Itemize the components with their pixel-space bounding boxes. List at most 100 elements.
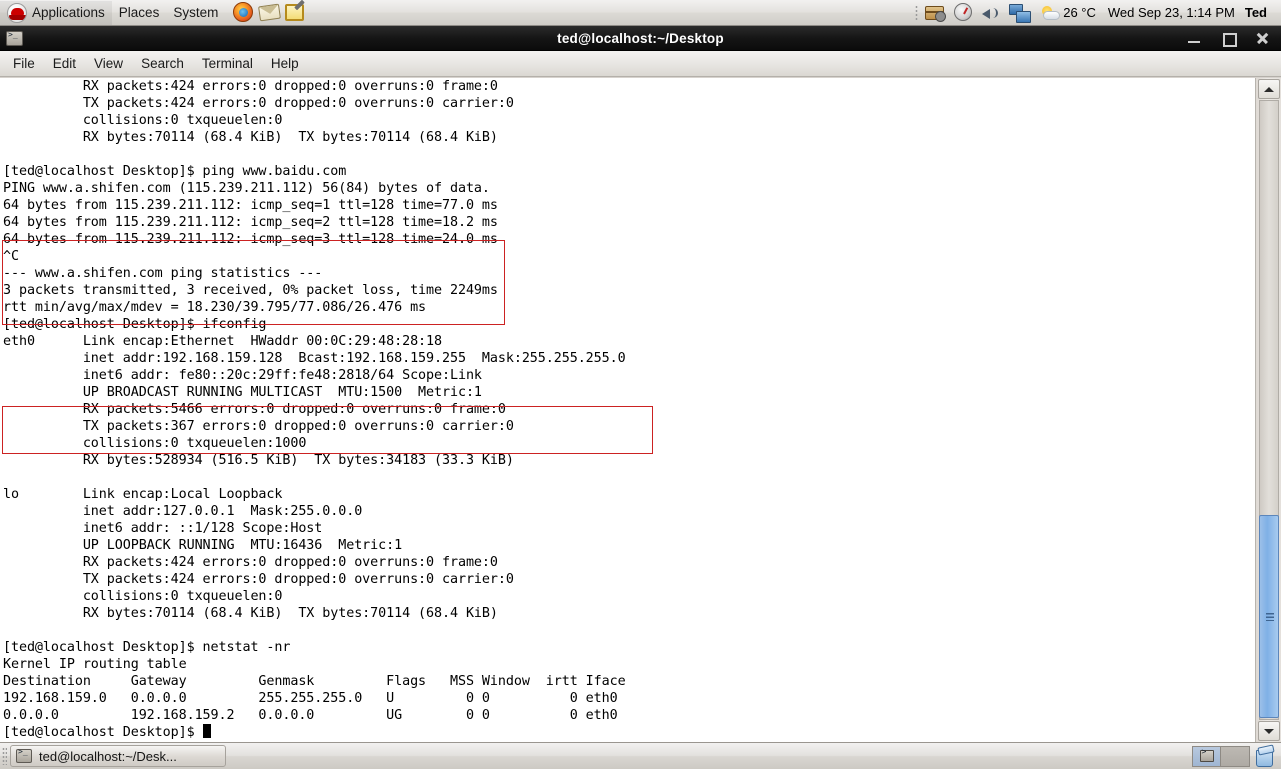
firefox-icon bbox=[233, 1, 254, 22]
user-menu[interactable]: Ted bbox=[1243, 5, 1275, 20]
terminal-line: TX packets:367 errors:0 dropped:0 overru… bbox=[3, 419, 514, 434]
places-menu[interactable]: Places bbox=[112, 1, 167, 25]
terminal-line: RX bytes:70114 (68.4 KiB) TX bytes:70114… bbox=[3, 130, 498, 145]
scroll-up-arrow[interactable] bbox=[1258, 79, 1280, 99]
terminal-line: TX packets:424 errors:0 dropped:0 overru… bbox=[3, 572, 514, 587]
terminal-line: 0.0.0.0 192.168.159.2 0.0.0.0 UG 0 0 0 e… bbox=[3, 708, 618, 723]
terminal-line: eth0 Link encap:Ethernet HWaddr 00:0C:29… bbox=[3, 334, 443, 349]
firefox-launcher[interactable] bbox=[233, 1, 255, 24]
terminal-line: rtt min/avg/max/mdev = 18.230/39.795/77.… bbox=[3, 300, 427, 315]
menu-help[interactable]: Help bbox=[262, 53, 308, 74]
terminal-line: collisions:0 txqueuelen:0 bbox=[3, 589, 283, 604]
workspace-switcher[interactable] bbox=[1192, 745, 1250, 767]
menu-file[interactable]: File bbox=[4, 53, 44, 74]
scroll-down-arrow[interactable] bbox=[1258, 721, 1280, 741]
terminal-line: 192.168.159.0 0.0.0.0 255.255.255.0 U 0 … bbox=[3, 691, 618, 706]
terminal-line: RX bytes:70114 (68.4 KiB) TX bytes:70114… bbox=[3, 606, 498, 621]
terminal-line: RX packets:424 errors:0 dropped:0 overru… bbox=[3, 555, 498, 570]
menu-search[interactable]: Search bbox=[132, 53, 193, 74]
terminal-line: RX packets:5466 errors:0 dropped:0 overr… bbox=[3, 402, 506, 417]
terminal-scrollbar[interactable] bbox=[1255, 78, 1281, 742]
package-icon bbox=[925, 6, 947, 22]
menu-terminal[interactable]: Terminal bbox=[193, 53, 262, 74]
top-panel: Applications Places System 26 °C Wed Sep… bbox=[0, 0, 1281, 26]
edit-icon bbox=[285, 3, 305, 21]
terminal-window: ted@localhost:~/Desktop File Edit View S… bbox=[0, 26, 1281, 742]
terminal-line: --- www.a.shifen.com ping statistics --- bbox=[3, 266, 323, 281]
top-panel-right: 26 °C Wed Sep 23, 1:14 PM Ted bbox=[915, 0, 1281, 25]
window-title: ted@localhost:~/Desktop bbox=[557, 30, 724, 46]
evolution-mail-launcher[interactable] bbox=[258, 2, 282, 24]
weather-applet[interactable]: 26 °C bbox=[1037, 5, 1100, 20]
desktop-screen: Applications Places System 26 °C Wed Sep… bbox=[0, 0, 1281, 769]
weather-temperature: 26 °C bbox=[1063, 5, 1096, 20]
trash-icon[interactable] bbox=[1254, 746, 1273, 767]
taskbar-item-label: ted@localhost:~/Desk... bbox=[39, 748, 177, 764]
shell-prompt: [ted@localhost Desktop]$ bbox=[3, 725, 203, 740]
text-cursor bbox=[202, 724, 211, 738]
terminal-line: lo Link encap:Local Loopback bbox=[3, 487, 283, 502]
terminal-line: [ted@localhost Desktop]$ netstat -nr bbox=[3, 640, 291, 655]
terminal-output[interactable]: RX packets:424 errors:0 dropped:0 overru… bbox=[0, 78, 1255, 742]
system-menu[interactable]: System bbox=[166, 1, 225, 25]
terminal-line: inet6 addr: ::1/128 Scope:Host bbox=[3, 521, 323, 536]
text-editor-launcher[interactable] bbox=[285, 2, 307, 24]
scroll-thumb[interactable] bbox=[1259, 515, 1279, 718]
clock-applet[interactable]: Wed Sep 23, 1:14 PM bbox=[1100, 5, 1243, 20]
terminal-line: 3 packets transmitted, 3 received, 0% pa… bbox=[3, 283, 498, 298]
terminal-line: 64 bytes from 115.239.211.112: icmp_seq=… bbox=[3, 198, 498, 213]
sun-cloud-icon bbox=[1041, 5, 1061, 20]
workspace-2[interactable] bbox=[1221, 746, 1249, 766]
bottom-panel-right bbox=[1192, 745, 1281, 767]
volume-tray-icon[interactable] bbox=[981, 2, 1002, 23]
menu-view[interactable]: View bbox=[85, 53, 132, 74]
terminal-line: [ted@localhost Desktop]$ ifconfig bbox=[3, 317, 267, 332]
maximize-button[interactable] bbox=[1221, 30, 1237, 47]
terminal-icon bbox=[16, 747, 32, 763]
workspace-1[interactable] bbox=[1193, 746, 1221, 766]
terminal-line: UP LOOPBACK RUNNING MTU:16436 Metric:1 bbox=[3, 538, 403, 553]
terminal-line: UP BROADCAST RUNNING MULTICAST MTU:1500 … bbox=[3, 385, 482, 400]
mail-icon bbox=[258, 3, 282, 21]
panel-grip bbox=[2, 747, 7, 765]
applications-menu[interactable]: Applications bbox=[0, 0, 112, 25]
terminal-icon bbox=[1199, 747, 1214, 762]
terminal-line: inet addr:127.0.0.1 Mask:255.0.0.0 bbox=[3, 504, 363, 519]
terminal-line: inet addr:192.168.159.128 Bcast:192.168.… bbox=[3, 351, 626, 366]
minimize-button[interactable] bbox=[1187, 30, 1201, 46]
terminal-line: collisions:0 txqueuelen:0 bbox=[3, 113, 283, 128]
terminal-line: TX packets:424 errors:0 dropped:0 overru… bbox=[3, 96, 514, 111]
terminal-line: Destination Gateway Genmask Flags MSS Wi… bbox=[3, 674, 626, 689]
terminal-area[interactable]: RX packets:424 errors:0 dropped:0 overru… bbox=[0, 78, 1281, 742]
notification-tray bbox=[918, 2, 1037, 23]
taskbar-item-terminal[interactable]: ted@localhost:~/Desk... bbox=[10, 745, 226, 767]
applications-menu-label: Applications bbox=[32, 5, 105, 20]
speaker-icon bbox=[981, 4, 1001, 22]
top-panel-left: Applications Places System bbox=[0, 0, 307, 25]
places-menu-label: Places bbox=[118, 5, 160, 20]
terminal-line: collisions:0 txqueuelen:1000 bbox=[3, 436, 307, 451]
redhat-logo-icon bbox=[7, 2, 27, 23]
bottom-panel: ted@localhost:~/Desk... bbox=[0, 742, 1281, 769]
terminal-line: 64 bytes from 115.239.211.112: icmp_seq=… bbox=[3, 232, 498, 247]
terminal-line: RX bytes:528934 (516.5 KiB) TX bytes:341… bbox=[3, 453, 514, 468]
menu-bar: File Edit View Search Terminal Help bbox=[0, 51, 1281, 77]
network-icon bbox=[1009, 4, 1032, 23]
panel-launchers bbox=[233, 1, 307, 24]
network-tray-icon[interactable] bbox=[1009, 2, 1032, 23]
terminal-line: PING www.a.shifen.com (115.239.211.112) … bbox=[3, 181, 490, 196]
terminal-line: RX packets:424 errors:0 dropped:0 overru… bbox=[3, 79, 498, 94]
close-button[interactable] bbox=[1255, 30, 1269, 46]
system-menu-label: System bbox=[173, 5, 219, 20]
menu-edit[interactable]: Edit bbox=[44, 53, 85, 74]
gauge-icon bbox=[954, 3, 973, 21]
terminal-line: inet6 addr: fe80::20c:29ff:fe48:2818/64 … bbox=[3, 368, 482, 383]
package-updater-tray-icon[interactable] bbox=[925, 2, 947, 23]
terminal-line: Kernel IP routing table bbox=[3, 657, 187, 672]
system-monitor-tray-icon[interactable] bbox=[953, 2, 974, 23]
window-titlebar[interactable]: ted@localhost:~/Desktop bbox=[0, 26, 1281, 51]
terminal-line: [ted@localhost Desktop]$ ping www.baidu.… bbox=[3, 164, 347, 179]
